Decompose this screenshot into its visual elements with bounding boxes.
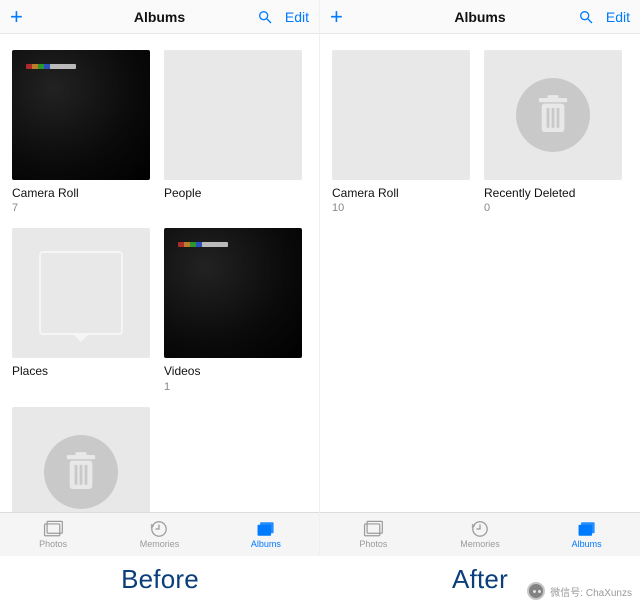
search-icon[interactable] [257,9,273,25]
album-thumbnail [332,50,470,180]
tab-label: Memories [460,539,500,549]
album-item[interactable]: Recently Deleted 0 [484,50,622,214]
edit-button[interactable]: Edit [606,9,630,25]
album-thumbnail [12,50,150,180]
navbar: + Albums Edit [320,0,640,34]
tab-label: Memories [140,539,180,549]
navbar-title: Albums [454,9,505,25]
navbar: + Albums Edit [0,0,319,34]
pane-after: + Albums Edit Camera Roll 10 [320,0,640,556]
edit-button[interactable]: Edit [285,9,309,25]
watermark-text: 微信号: ChaXunzs [550,584,632,599]
album-item[interactable]: Places [12,228,150,392]
tab-memories[interactable]: Memories [427,513,534,556]
tab-photos[interactable]: Photos [320,513,427,556]
watermark: 微信号: ChaXunzs [527,582,632,600]
album-label: Recently Deleted [484,186,622,200]
album-label: Camera Roll [12,186,150,200]
album-count: 0 [484,202,622,214]
album-item[interactable]: Videos 1 [164,228,302,392]
album-label: Places [12,364,150,378]
album-count: 1 [164,381,302,393]
tab-memories[interactable]: Memories [106,513,212,556]
album-thumbnail [164,228,302,358]
tabbar: Photos Memories Albums [0,512,319,556]
albums-grid: Camera Roll 10 Recently Deleted 0 [320,34,640,512]
navbar-title: Albums [134,9,185,25]
trash-icon [516,78,590,152]
album-item[interactable]: Camera Roll 7 [12,50,150,214]
tab-label: Albums [572,539,602,549]
album-thumbnail [12,228,150,358]
album-thumbnail [484,50,622,180]
album-item[interactable]: People [164,50,302,214]
add-button[interactable]: + [10,6,23,28]
album-label: People [164,186,302,200]
album-label: Camera Roll [332,186,470,200]
album-thumbnail [12,407,150,512]
album-count: 7 [12,202,150,214]
tab-albums[interactable]: Albums [213,513,319,556]
tab-albums[interactable]: Albums [533,513,640,556]
tab-photos[interactable]: Photos [0,513,106,556]
album-item[interactable]: Camera Roll 10 [332,50,470,214]
album-item[interactable] [12,407,150,512]
wechat-icon [527,582,545,600]
footer-label-before: Before [0,556,320,603]
album-thumbnail [164,50,302,180]
album-label: Videos [164,364,302,378]
tabbar: Photos Memories Albums [320,512,640,556]
albums-grid: Camera Roll 7 People Places Videos 1 [0,34,319,512]
tab-label: Photos [39,539,67,549]
search-icon[interactable] [578,9,594,25]
add-button[interactable]: + [330,6,343,28]
trash-icon [44,435,118,509]
tab-label: Albums [251,539,281,549]
tab-label: Photos [359,539,387,549]
album-count: 10 [332,202,470,214]
pane-before: + Albums Edit Camera Roll 7 People [0,0,320,556]
